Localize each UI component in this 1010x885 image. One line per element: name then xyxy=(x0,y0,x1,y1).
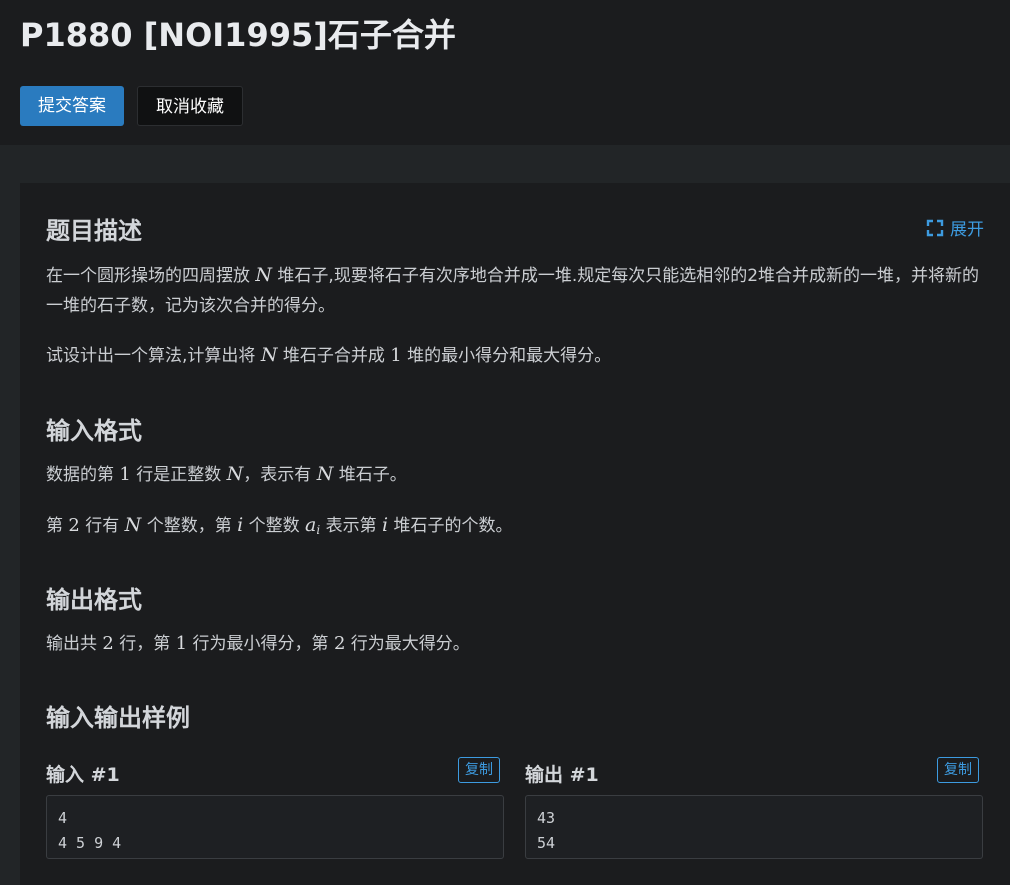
input-format-heading: 输入格式 xyxy=(46,417,142,445)
math-n: N xyxy=(255,264,273,286)
expand-icon xyxy=(926,219,944,237)
samples-heading: 输入输出样例 xyxy=(46,704,190,732)
math-number: 1 xyxy=(390,345,402,366)
unfavorite-button[interactable]: 取消收藏 xyxy=(137,86,243,126)
expand-button[interactable]: 展开 xyxy=(926,215,984,240)
input-format-line-1: 数据的第 1 行是正整数 N，表示有 N 堆石子。 xyxy=(46,463,407,485)
expand-label: 展开 xyxy=(950,220,984,240)
problem-card: 展开 题目描述 在一个圆形操场的四周摆放 N 堆石子,现要将石子有次序地合并成一… xyxy=(20,183,1010,885)
math-n: N xyxy=(260,344,278,366)
submit-answer-button[interactable]: 提交答案 xyxy=(20,86,124,126)
sample-input-box[interactable]: 4 4 5 9 4 xyxy=(46,795,504,859)
output-format-heading: 输出格式 xyxy=(46,586,142,614)
description-heading: 题目描述 xyxy=(46,217,142,245)
sample-input-label: 输入 #1 xyxy=(46,764,120,786)
description-paragraph-1: 在一个圆形操场的四周摆放 N 堆石子,现要将石子有次序地合并成一堆.规定每次只能… xyxy=(46,264,980,316)
input-format-line-2: 第 2 行有 N 个整数，第 i 个整数 ai 表示第 i 堆石子的个数。 xyxy=(46,514,513,537)
description-paragraph-2: 试设计出一个算法,计算出将 N 堆石子合并成 1 堆的最小得分和最大得分。 xyxy=(46,344,612,366)
copy-input-button[interactable]: 复制 xyxy=(458,757,500,783)
copy-output-button[interactable]: 复制 xyxy=(937,757,979,783)
output-format-line-1: 输出共 2 行，第 1 行为最小得分，第 2 行为最大得分。 xyxy=(46,633,470,654)
page-title: P1880 [NOI1995]石子合并 xyxy=(20,16,456,54)
sample-output-label: 输出 #1 xyxy=(525,764,599,786)
sample-output-box[interactable]: 43 54 xyxy=(525,795,983,859)
page-header: P1880 [NOI1995]石子合并 提交答案 取消收藏 xyxy=(0,0,1010,145)
